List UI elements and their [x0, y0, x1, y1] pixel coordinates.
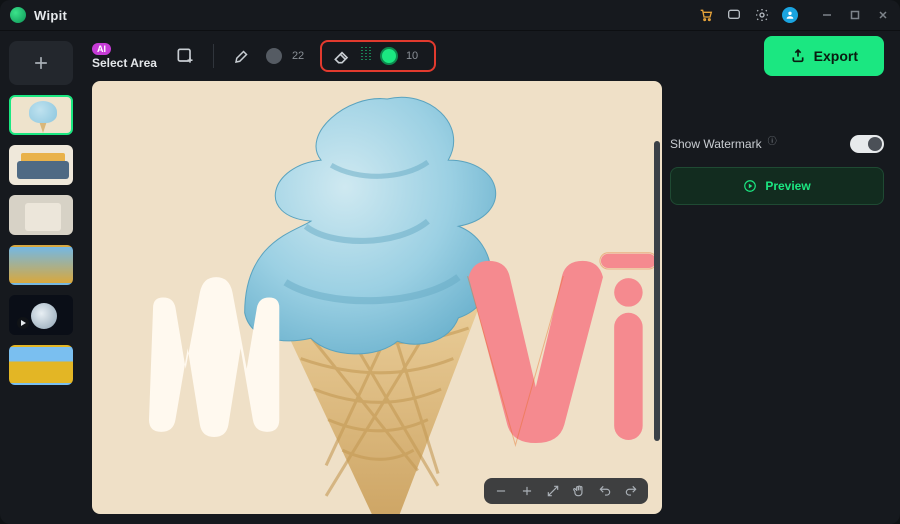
minimize-button[interactable] — [820, 8, 834, 22]
thumbnail-tshirt[interactable] — [9, 195, 73, 235]
select-area-button[interactable] — [171, 42, 199, 70]
titlebar-actions — [698, 7, 798, 23]
canvas-row: Show Watermark ⓘ Preview — [82, 81, 900, 524]
watermark-label: Show Watermark — [670, 137, 762, 151]
app-window: Wipit — [0, 0, 900, 524]
main-body: AI Select Area 22 — [0, 31, 900, 524]
watermark-row: Show Watermark ⓘ — [670, 135, 884, 153]
separator — [213, 44, 214, 68]
watermark-toggle[interactable] — [850, 135, 884, 153]
hand-icon[interactable] — [572, 484, 586, 498]
feedback-icon[interactable] — [726, 7, 742, 23]
canvas-wrap — [92, 81, 662, 514]
thumbnail-flower-field[interactable] — [9, 345, 73, 385]
export-label: Export — [814, 48, 858, 64]
brush-size-slider[interactable] — [266, 48, 282, 64]
close-button[interactable] — [876, 8, 890, 22]
redo-icon[interactable] — [624, 484, 638, 498]
app-logo-icon — [10, 7, 26, 23]
zoom-in-icon[interactable] — [520, 484, 534, 498]
thumbnail-living-room[interactable] — [9, 145, 73, 185]
fit-icon[interactable] — [546, 484, 560, 498]
select-area-group: AI Select Area — [92, 43, 157, 70]
gear-icon[interactable] — [754, 7, 770, 23]
eraser-tool-group: 10 — [320, 40, 436, 72]
ai-badge: AI — [92, 43, 111, 55]
cart-icon[interactable] — [698, 7, 714, 23]
zoom-out-icon[interactable] — [494, 484, 508, 498]
info-icon[interactable]: ⓘ — [768, 134, 777, 147]
eraser-size-value: 10 — [406, 50, 424, 62]
brush-tool-button[interactable] — [228, 42, 256, 70]
preview-label: Preview — [765, 179, 810, 193]
canvas[interactable] — [92, 81, 662, 514]
brush-size-value: 22 — [292, 50, 310, 62]
app-title: Wipit — [34, 8, 67, 23]
maximize-button[interactable] — [848, 8, 862, 22]
eraser-size-slider[interactable] — [380, 47, 398, 65]
select-area-label: Select Area — [92, 56, 157, 70]
window-controls — [820, 8, 890, 22]
export-button[interactable]: Export — [764, 36, 884, 76]
play-icon — [17, 317, 29, 329]
center-column: AI Select Area 22 — [82, 31, 900, 524]
thumbnail-ice-cream[interactable] — [9, 95, 73, 135]
preview-button[interactable]: Preview — [670, 167, 884, 205]
canvas-scrollbar[interactable] — [654, 141, 660, 441]
thumbnail-astronaut[interactable] — [9, 295, 73, 335]
editor-toolbar: AI Select Area 22 — [82, 31, 900, 81]
canvas-floating-toolbar — [484, 478, 648, 504]
thumbnail-sidebar — [0, 31, 82, 524]
thumbnail-autumn-field[interactable] — [9, 245, 73, 285]
eraser-tool-button[interactable] — [332, 46, 352, 66]
user-avatar-icon[interactable] — [782, 7, 798, 23]
title-bar: Wipit — [0, 0, 900, 31]
right-panel: Show Watermark ⓘ Preview — [670, 81, 890, 514]
eraser-trail-icon — [360, 45, 372, 68]
undo-icon[interactable] — [598, 484, 612, 498]
add-image-button[interactable] — [9, 41, 73, 85]
